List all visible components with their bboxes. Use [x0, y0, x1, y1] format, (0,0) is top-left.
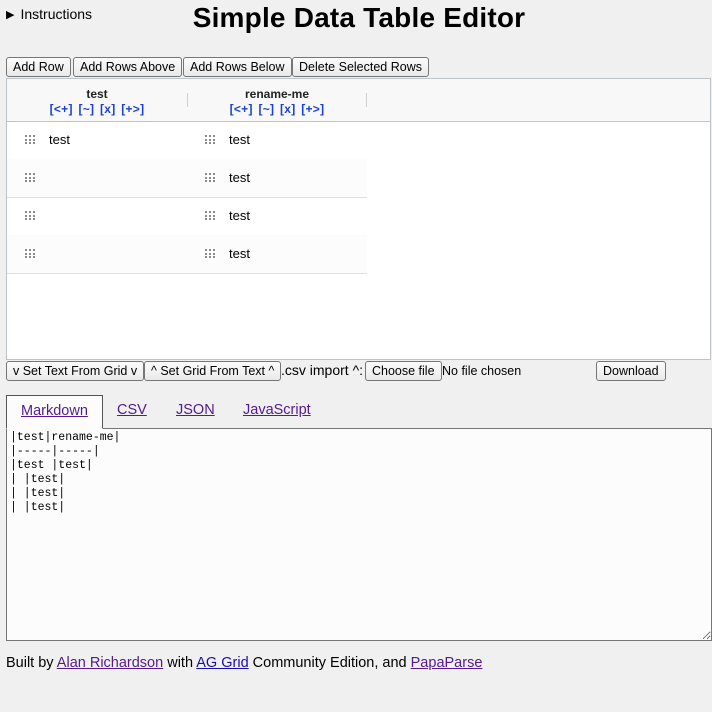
insert-column-right-button[interactable]: [+>] — [301, 102, 324, 116]
drag-handle-icon[interactable] — [205, 211, 215, 220]
table-row[interactable]: test — [7, 159, 367, 198]
column-controls: [<+] [~] [x] [+>] — [187, 102, 367, 116]
data-grid: test [<+] [~] [x] [+>] rename-me [<+] [~… — [6, 78, 711, 360]
drag-handle-icon[interactable] — [25, 135, 35, 144]
table-cell[interactable]: test — [49, 121, 70, 159]
tab-json[interactable]: JSON — [176, 395, 215, 428]
drag-handle-icon[interactable] — [25, 173, 35, 182]
download-button[interactable]: Download — [596, 361, 666, 381]
drag-handle-icon[interactable] — [25, 249, 35, 258]
author-link[interactable]: Alan Richardson — [57, 655, 163, 671]
table-cell[interactable]: test — [229, 235, 250, 273]
drag-handle-icon[interactable] — [205, 173, 215, 182]
column-resize-handle[interactable] — [366, 93, 367, 107]
column-header[interactable]: test [<+] [~] [x] [+>] — [7, 79, 187, 121]
insert-column-right-button[interactable]: [+>] — [121, 102, 144, 116]
column-name: rename-me — [244, 87, 310, 101]
choose-file-button[interactable]: Choose file — [365, 361, 442, 381]
add-rows-above-button[interactable]: Add Rows Above — [73, 57, 183, 77]
tab-javascript[interactable]: JavaScript — [243, 395, 311, 428]
table-row[interactable]: test — [7, 235, 367, 274]
table-row[interactable]: test — [7, 197, 367, 236]
footer-text: with — [167, 655, 194, 671]
file-status: No file chosen — [442, 364, 522, 378]
add-row-button[interactable]: Add Row — [6, 57, 71, 77]
footer: Built by Alan Richardson with AG Grid Co… — [6, 655, 482, 671]
drag-handle-icon[interactable] — [205, 249, 215, 258]
papaparse-link[interactable]: PapaParse — [411, 655, 483, 671]
table-cell[interactable]: test — [229, 197, 250, 235]
set-text-from-grid-button[interactable]: v Set Text From Grid v — [6, 361, 145, 381]
add-rows-below-button[interactable]: Add Rows Below — [183, 57, 292, 77]
tab-csv[interactable]: CSV — [117, 395, 147, 428]
table-cell[interactable]: test — [229, 159, 250, 197]
column-header[interactable]: rename-me [<+] [~] [x] [+>] — [187, 79, 367, 121]
insert-column-left-button[interactable]: [<+] — [50, 102, 73, 116]
ag-grid-link[interactable]: AG Grid — [196, 655, 248, 671]
column-controls: [<+] [~] [x] [+>] — [7, 102, 187, 116]
delete-selected-rows-button[interactable]: Delete Selected Rows — [292, 57, 429, 77]
column-name: test — [86, 87, 108, 101]
delete-column-button[interactable]: [x] — [280, 102, 296, 116]
page-title: Simple Data Table Editor — [192, 2, 526, 33]
rename-column-button[interactable]: [~] — [78, 102, 94, 116]
text-output-area[interactable]: |test|rename-me| |-----|-----| |test |te… — [6, 428, 712, 641]
delete-column-button[interactable]: [x] — [100, 102, 116, 116]
table-row[interactable]: test test — [7, 121, 367, 160]
grid-header: test [<+] [~] [x] [+>] rename-me [<+] [~… — [7, 79, 710, 122]
insert-column-left-button[interactable]: [<+] — [230, 102, 253, 116]
footer-text: Built by — [6, 655, 54, 671]
rename-column-button[interactable]: [~] — [258, 102, 274, 116]
drag-handle-icon[interactable] — [205, 135, 215, 144]
tab-markdown[interactable]: Markdown — [6, 395, 103, 429]
drag-handle-icon[interactable] — [25, 211, 35, 220]
set-grid-from-text-button[interactable]: ^ Set Grid From Text ^ — [144, 361, 282, 381]
footer-text: Community Edition, and — [252, 655, 407, 671]
csv-import-label: .csv import ^: — [281, 362, 364, 378]
table-cell[interactable]: test — [229, 121, 250, 159]
